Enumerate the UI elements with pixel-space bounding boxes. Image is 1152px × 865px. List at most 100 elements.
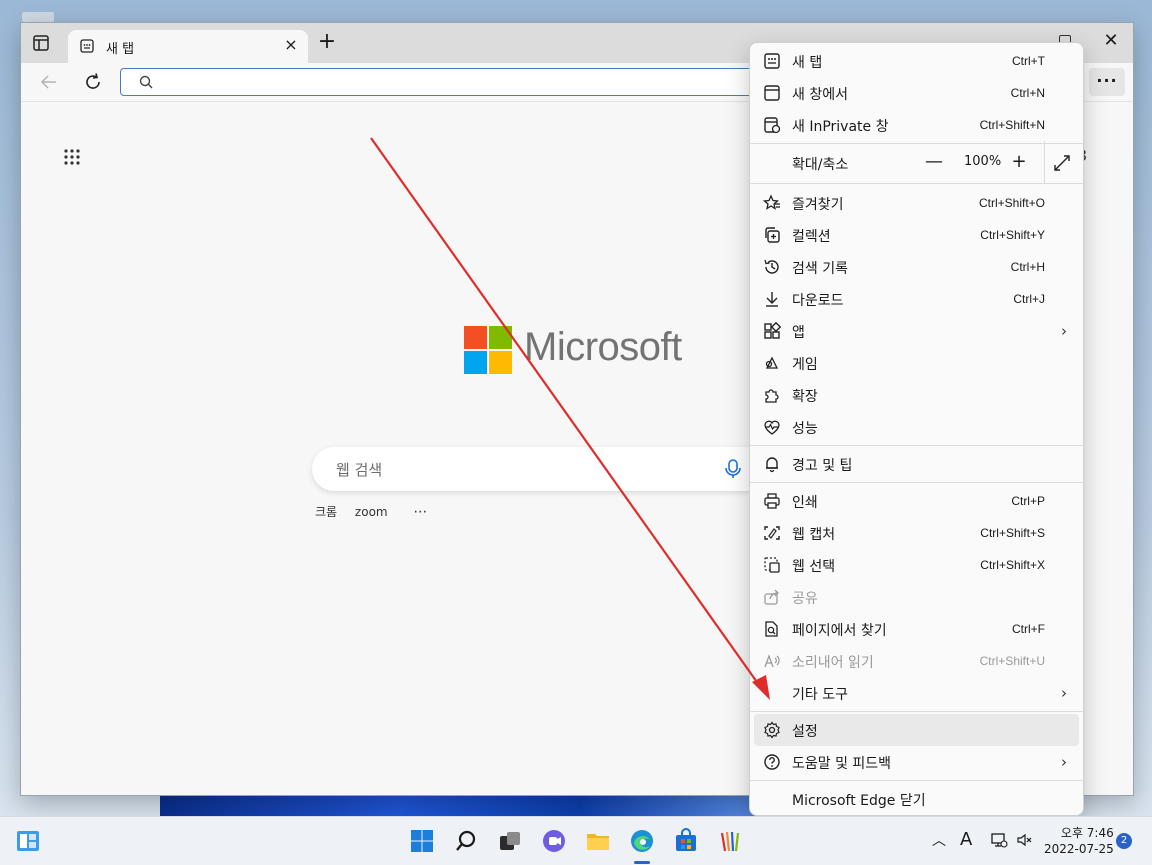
menu-item-shortcut: Ctrl+Shift+U [979, 654, 1045, 668]
menu-item-shortcut: Ctrl+Shift+Y [980, 228, 1045, 242]
chat-icon[interactable] [540, 827, 568, 855]
menu-item-label: 앱 [792, 325, 805, 341]
zoom-value: 100% [964, 154, 1002, 169]
menu-item-label: 경고 및 팁 [792, 458, 853, 474]
search-icon[interactable] [452, 827, 480, 855]
menu-item-label: 웹 캡처 [792, 527, 836, 543]
settings-and-more-button[interactable]: ··· [1089, 68, 1125, 96]
menu-item-downloads[interactable]: 다운로드 Ctrl+J [754, 283, 1079, 315]
search-icon [139, 75, 153, 89]
start-icon[interactable] [408, 827, 436, 855]
menu-item-shortcut: Ctrl+Shift+O [978, 196, 1045, 210]
new-tab-page-icon [80, 39, 94, 53]
menu-item-shortcut: Ctrl+F [1012, 622, 1045, 636]
extensions-icon [765, 389, 779, 403]
zoom-out-button[interactable]: — [924, 152, 944, 172]
menu-item-close-edge[interactable]: Microsoft Edge 닫기 [754, 783, 1079, 815]
menu-item-label: 도움말 및 피드백 [792, 756, 892, 772]
menu-item-favorites[interactable]: 즐겨찾기 Ctrl+Shift+O [754, 187, 1079, 219]
menu-item-collections[interactable]: 컬렉션 Ctrl+Shift+Y [754, 219, 1079, 251]
microsoft-wordmark: Microsoft [524, 325, 682, 369]
menu-item-alerts-tips[interactable]: 경고 및 팁 [754, 448, 1079, 480]
task-view-icon[interactable] [496, 827, 524, 855]
system-clock[interactable]: 오후 7:46 2022-07-25 [1044, 825, 1114, 857]
refresh-icon[interactable] [83, 72, 103, 92]
file-explorer-icon[interactable] [584, 827, 612, 855]
help-icon [764, 754, 780, 770]
microphone-icon[interactable] [724, 459, 742, 479]
menu-item-find-on-page[interactable]: 페이지에서 찾기 Ctrl+F [754, 613, 1079, 645]
menu-item-more-tools[interactable]: 기타 도구 › [754, 677, 1079, 709]
menu-item-label: 새 탭 [792, 55, 823, 71]
collections-icon [765, 227, 780, 243]
fullscreen-icon[interactable] [1053, 154, 1071, 172]
web-search-box[interactable] [312, 447, 772, 491]
zoom-in-button[interactable]: + [1009, 152, 1029, 172]
quick-link-chrome[interactable]: 크롬 [315, 505, 337, 519]
menu-divider [750, 780, 1083, 781]
menu-item-shortcut: Ctrl+Shift+S [980, 526, 1045, 540]
clock-date: 2022-07-25 [1044, 842, 1114, 856]
widgets-icon[interactable] [14, 827, 42, 855]
menu-item-label: 새 창에서 [792, 87, 848, 103]
menu-item-apps[interactable]: 앱 › [754, 315, 1079, 347]
app-pinned-icon[interactable] [716, 827, 744, 855]
close-tab-icon[interactable]: × [284, 37, 298, 53]
network-icon[interactable] [990, 831, 1008, 849]
close-window-icon[interactable]: ✕ [1103, 32, 1119, 50]
address-bar[interactable] [120, 68, 760, 96]
quick-links-more-icon[interactable]: ⋯ [413, 504, 427, 520]
chevron-right-icon: › [1061, 684, 1067, 702]
find-icon [765, 621, 778, 637]
new-tab-button[interactable]: + [317, 31, 337, 53]
menu-item-web-select[interactable]: 웹 선택 Ctrl+Shift+X [754, 549, 1079, 581]
menu-item-label: 컬렉션 [792, 229, 831, 245]
quick-link-zoom[interactable]: zoom [355, 505, 388, 519]
chevron-up-icon[interactable]: ︿ [932, 830, 946, 850]
share-icon [764, 589, 779, 605]
menu-item-label: 인쇄 [792, 495, 818, 511]
chevron-right-icon: › [1061, 753, 1067, 771]
menu-item-extensions[interactable]: 확장 [754, 379, 1079, 411]
favorites-icon [763, 194, 780, 210]
new-window-icon [764, 85, 780, 101]
tab-actions-icon[interactable] [31, 33, 51, 53]
back-arrow-icon[interactable] [39, 72, 59, 92]
desktop-icon[interactable] [22, 12, 54, 22]
speaker-muted-icon[interactable] [1016, 831, 1034, 849]
store-icon[interactable] [672, 827, 700, 855]
gear-icon [764, 721, 780, 739]
menu-item-new-window[interactable]: 새 창에서 Ctrl+N [754, 77, 1079, 109]
menu-item-history[interactable]: 검색 기록 Ctrl+H [754, 251, 1079, 283]
performance-icon [764, 420, 780, 435]
ime-indicator[interactable]: A [960, 829, 972, 850]
app-launcher-icon[interactable] [63, 148, 81, 166]
bell-icon [766, 457, 778, 473]
menu-item-label: 즐겨찾기 [792, 197, 844, 213]
menu-item-new-tab[interactable]: 새 탭 Ctrl+T [754, 45, 1079, 77]
menu-item-new-inprivate[interactable]: 새 InPrivate 창 Ctrl+Shift+N [754, 109, 1079, 141]
menu-item-help-feedback[interactable]: 도움말 및 피드백 › [754, 746, 1079, 778]
menu-item-web-capture[interactable]: 웹 캡처 Ctrl+Shift+S [754, 517, 1079, 549]
new-tab-icon [764, 53, 780, 69]
zoom-row: 확대/축소 — 100% + [754, 141, 1079, 183]
notification-badge[interactable]: 2 [1116, 833, 1132, 849]
history-icon [764, 259, 779, 274]
menu-item-label: Microsoft Edge 닫기 [792, 793, 926, 809]
menu-item-games[interactable]: 게임 [754, 347, 1079, 379]
menu-item-read-aloud[interactable]: 소리내어 읽기 Ctrl+Shift+U [754, 645, 1079, 677]
menu-item-print[interactable]: 인쇄 Ctrl+P [754, 485, 1079, 517]
menu-item-shortcut: Ctrl+J [1013, 292, 1045, 306]
menu-item-performance[interactable]: 성능 [754, 411, 1079, 443]
menu-item-label: 기타 도구 [792, 687, 848, 703]
web-select-icon [764, 557, 780, 573]
menu-item-share[interactable]: 공유 [754, 581, 1079, 613]
download-icon [766, 292, 778, 307]
menu-item-settings[interactable]: 설정 [754, 714, 1079, 746]
web-search-input[interactable] [334, 457, 718, 483]
edge-icon[interactable] [628, 827, 656, 855]
games-icon [765, 356, 779, 369]
tab-new-tab[interactable]: 새 탭 × [68, 30, 308, 63]
menu-item-shortcut: Ctrl+Shift+N [979, 118, 1045, 132]
menu-item-label: 성능 [792, 421, 818, 437]
